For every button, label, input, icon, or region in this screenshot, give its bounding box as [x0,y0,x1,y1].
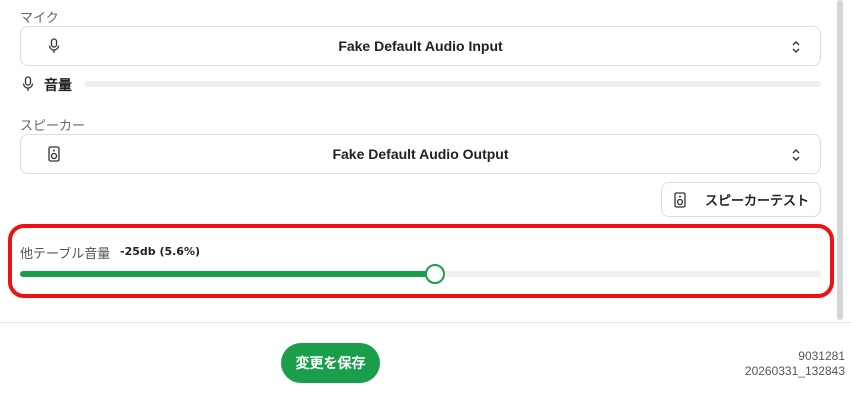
mic-device-name: Fake Default Audio Input [338,38,503,54]
divider [0,322,851,323]
highlight-box [8,224,834,298]
speaker-icon [47,146,61,162]
speaker-label: スピーカー [20,119,86,134]
volume-label: 音量 [44,78,72,94]
mic-select[interactable]: Fake Default Audio Input [20,26,821,66]
mic-label: マイク [20,11,59,26]
speaker-test-label: スピーカーテスト [704,194,809,209]
save-button[interactable]: 変更を保存 [281,343,380,383]
microphone-icon [47,38,61,54]
table-volume-value: -25db (5.6%) [120,245,201,258]
table-volume-label: 他テーブル音量 [20,247,111,262]
table-volume-slider-track[interactable] [20,264,821,284]
table-volume-slider-fill [20,271,437,277]
chevron-up-down-icon [790,147,802,161]
scrollbar[interactable] [837,0,843,320]
version-build: 9031281 [798,349,845,363]
volume-meter [84,81,821,87]
speaker-select[interactable]: Fake Default Audio Output [20,134,821,174]
version-timestamp: 20260331_132843 [744,364,845,378]
microphone-icon [21,76,35,92]
speaker-test-button[interactable]: スピーカーテスト [661,182,821,217]
speaker-device-name: Fake Default Audio Output [332,146,509,162]
version-info: 9031281 20260331_132843 [745,349,845,379]
speaker-icon [673,191,687,208]
table-volume-slider-thumb[interactable] [425,264,445,284]
chevron-up-down-icon [790,39,802,53]
